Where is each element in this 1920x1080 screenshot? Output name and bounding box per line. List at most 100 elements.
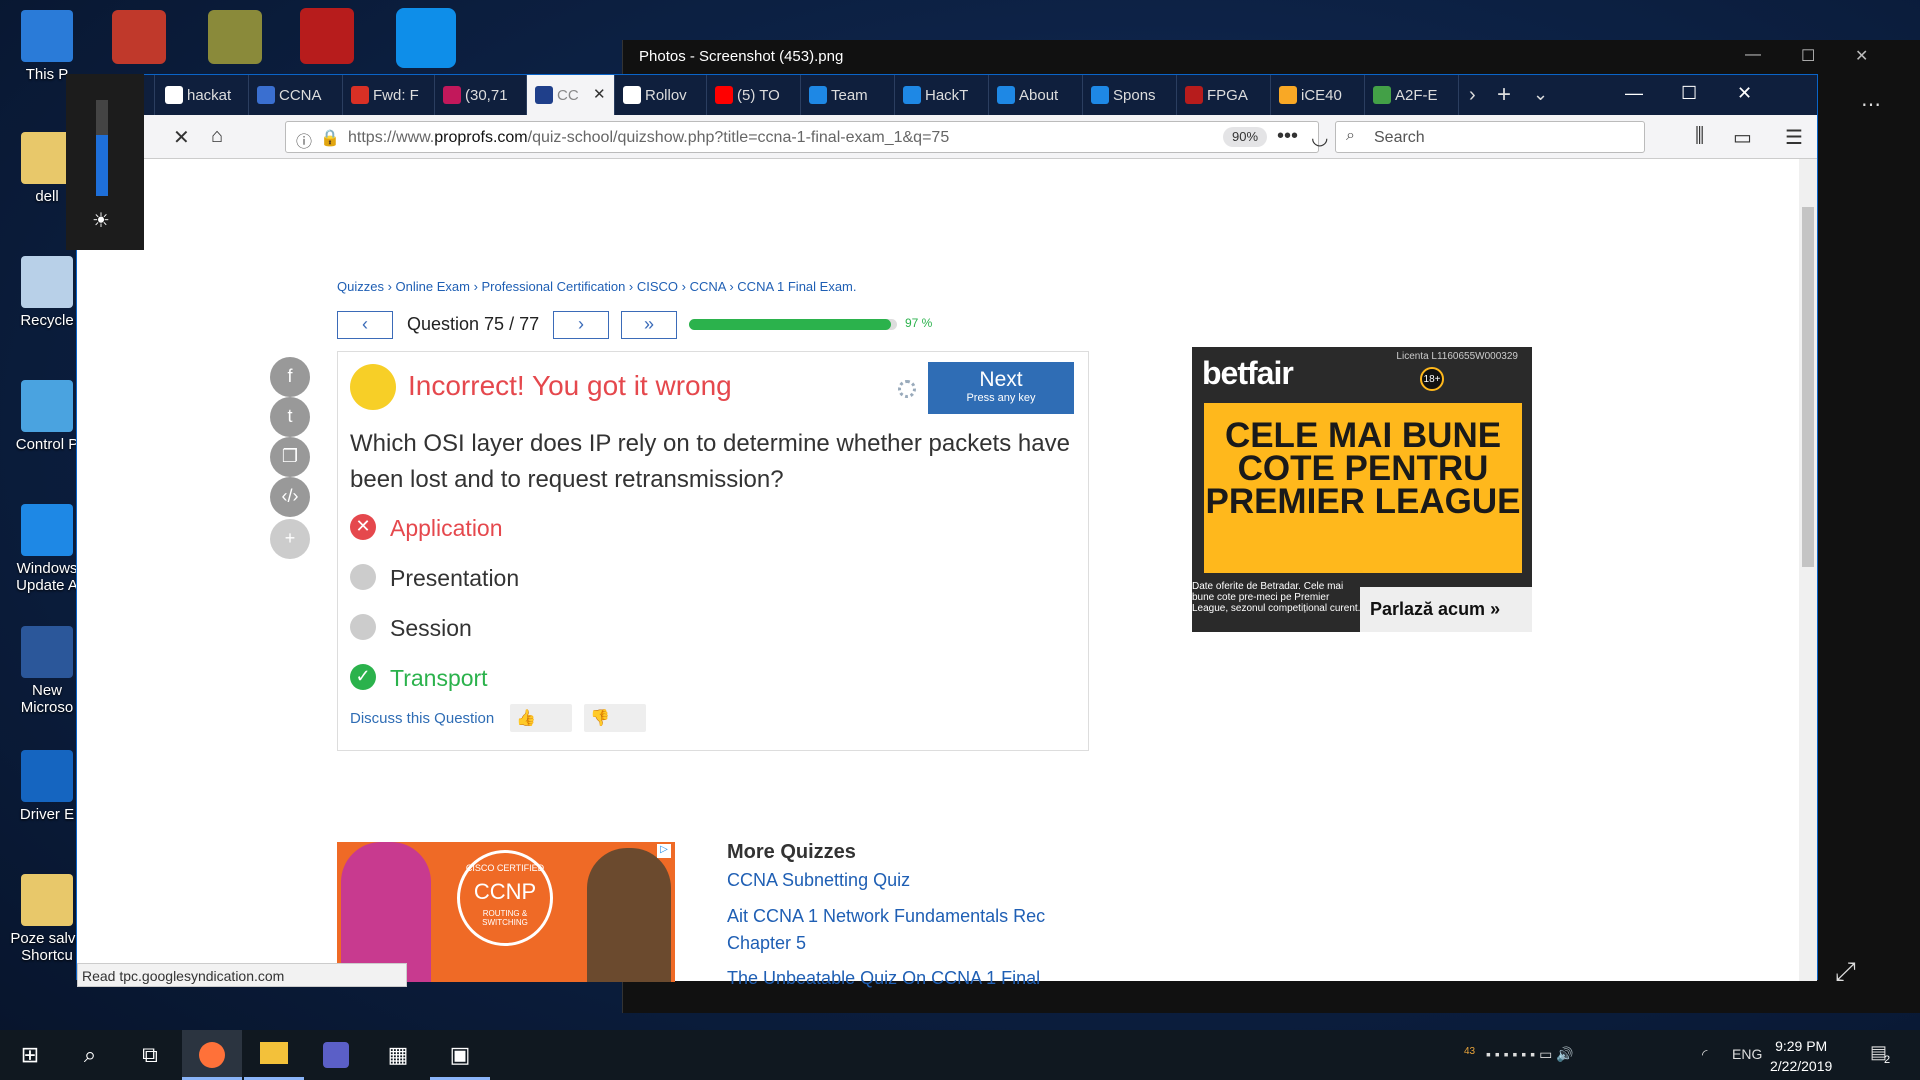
breadcrumb-item[interactable]: Quizzes	[337, 279, 384, 294]
tab-active[interactable]: CC ✕	[527, 75, 615, 115]
close-button[interactable]: ✕	[1855, 46, 1868, 66]
ad-choices-icon[interactable]: ▷	[657, 844, 671, 858]
tab-list-icon[interactable]: ⌄	[1533, 84, 1548, 105]
ccnp-badge-sub: ROUTING & SWITCHING	[482, 909, 528, 927]
tab[interactable]: Team	[801, 75, 895, 115]
tab-icon	[1373, 86, 1391, 104]
app-icon-1[interactable]	[112, 10, 166, 64]
app-icon-2[interactable]	[208, 10, 262, 64]
desktop-icon-driver[interactable]: Driver E	[8, 750, 86, 823]
question-card: Incorrect! You got it wrong Next Press an…	[337, 351, 1089, 751]
tab-label: hackat	[187, 87, 232, 104]
tab[interactable]: Spons	[1083, 75, 1177, 115]
search-input[interactable]: ⌕ Search	[1335, 121, 1645, 153]
maximize-button[interactable]: ☐	[1801, 46, 1815, 66]
desktop-icon-recycle-bin[interactable]: Recycle	[8, 256, 86, 329]
age-badge: 18+	[1420, 367, 1444, 391]
check-mark-icon: ✓	[350, 664, 376, 690]
tab[interactable]: (30,71	[435, 75, 527, 115]
fullscreen-icon[interactable]: ⤢	[1835, 956, 1856, 988]
add-icon[interactable]: +	[270, 519, 310, 559]
ff-minimize-button[interactable]: —	[1625, 83, 1643, 104]
google-icon	[165, 86, 183, 104]
sidebar-icon[interactable]: ▭	[1733, 125, 1752, 150]
zoom-badge[interactable]: 90%	[1223, 127, 1267, 147]
desktop-icon-word[interactable]: New Microso	[8, 626, 86, 716]
desktop-icon-control-panel[interactable]: Control P	[8, 380, 86, 453]
facebook-icon[interactable]: f	[270, 357, 310, 397]
tab-scroll-right-icon[interactable]: ›	[1469, 84, 1476, 107]
app-icon-3[interactable]	[300, 8, 354, 64]
wifi-icon[interactable]: ◜	[1702, 1046, 1707, 1063]
more-options-icon[interactable]: ⋯	[1861, 92, 1881, 117]
firefox-taskbar-icon[interactable]	[182, 1030, 242, 1080]
thumbs-down-button[interactable]: 👎	[584, 704, 646, 732]
breadcrumb-item[interactable]: Professional Certification	[482, 279, 626, 294]
tab[interactable]: iCE40	[1271, 75, 1365, 115]
brightness-level	[96, 134, 108, 196]
tab[interactable]: About	[989, 75, 1083, 115]
ccnp-ad[interactable]: CISCO CERTIFIED CCNP ROUTING & SWITCHING ▷	[337, 842, 675, 982]
thumbs-up-button[interactable]: 👍	[510, 704, 572, 732]
file-explorer-icon[interactable]	[244, 1030, 304, 1080]
teams-icon[interactable]	[306, 1030, 366, 1080]
betfair-ad[interactable]: betfair Licenta L1160655W000329 18+ CELE…	[1192, 347, 1532, 632]
language-indicator[interactable]: ENG	[1732, 1046, 1762, 1062]
tab[interactable]: hackat	[157, 75, 249, 115]
option-label: Presentation	[390, 565, 520, 591]
pocket-icon[interactable]: ◡	[1311, 125, 1328, 150]
stop-icon[interactable]: ✕	[173, 125, 190, 150]
last-question-button[interactable]: »	[621, 311, 677, 339]
breadcrumb-item[interactable]: Online Exam	[396, 279, 470, 294]
quiz-link[interactable]: Ait CCNA 1 Network Fundamentals Rec Chap…	[727, 903, 1067, 957]
discuss-link[interactable]: Discuss this Question	[350, 710, 494, 727]
scrollbar[interactable]	[1799, 159, 1817, 981]
clock[interactable]: 9:29 PM 2/22/2019	[1770, 1036, 1832, 1076]
minimize-button[interactable]: —	[1745, 46, 1761, 64]
quiz-link[interactable]: The Unbeatable Quiz On CCNA 1 Final	[727, 965, 1067, 992]
next-question-button[interactable]: ›	[553, 311, 609, 339]
breadcrumb-item[interactable]: CISCO	[637, 279, 678, 294]
menu-icon[interactable]: ☰	[1785, 125, 1803, 150]
home-icon[interactable]: ⌂	[211, 125, 223, 148]
photos-taskbar-icon[interactable]: ▣	[430, 1030, 490, 1080]
tab[interactable]: A2F-E	[1365, 75, 1459, 115]
result-message: Incorrect! You got it wrong	[408, 370, 732, 401]
tab[interactable]: Fwd: F	[343, 75, 435, 115]
twitter-icon[interactable]: t	[270, 397, 310, 437]
search-taskbar-icon[interactable]: ⌕	[60, 1030, 120, 1080]
url-bar[interactable]: ⓘ 🔒 https://www.proprofs.com/quiz-school…	[285, 121, 1319, 153]
ad-cta-button[interactable]: Parlază acum »	[1360, 587, 1532, 632]
scrollbar-thumb[interactable]	[1802, 207, 1814, 567]
tab[interactable]: CCNA	[249, 75, 343, 115]
desktop-icon-this-pc[interactable]: This P	[8, 10, 86, 83]
desktop-icon-windows-update[interactable]: Windows Update A	[8, 504, 86, 594]
close-tab-icon[interactable]: ✕	[593, 85, 606, 103]
copy-icon[interactable]: ❐	[270, 437, 310, 477]
tab[interactable]: HackT	[895, 75, 989, 115]
desktop-icon-folder[interactable]: Poze salva Shortcu	[8, 874, 86, 964]
start-icon[interactable]: ⊞	[0, 1030, 60, 1080]
teamviewer-icon[interactable]	[396, 8, 456, 68]
breadcrumb-item[interactable]: CCNA 1 Final Exam.	[737, 279, 856, 294]
embed-icon[interactable]: ‹/›	[270, 477, 310, 517]
calculator-icon[interactable]: ▦	[368, 1030, 428, 1080]
new-tab-icon[interactable]: +	[1497, 81, 1511, 109]
library-icon[interactable]: ⫼	[1695, 125, 1704, 148]
tab[interactable]: FPGA	[1177, 75, 1271, 115]
option-label: Application	[390, 515, 503, 541]
prev-question-button[interactable]: ‹	[337, 311, 393, 339]
next-button[interactable]: Next Press any key	[928, 362, 1074, 414]
breadcrumb-item[interactable]: CCNA	[690, 279, 726, 294]
brightness-slider[interactable]	[96, 100, 108, 196]
info-icon[interactable]: ⓘ	[296, 128, 312, 152]
tray-icons[interactable]: ▪ ▪ ▪ ▪ ▪ ▪ ▭ 🔊	[1486, 1046, 1574, 1063]
tab[interactable]: Rollov	[615, 75, 707, 115]
ff-close-button[interactable]: ✕	[1737, 83, 1752, 104]
ff-maximize-button[interactable]: ☐	[1681, 83, 1697, 104]
task-view-icon[interactable]: ⧉	[120, 1030, 180, 1080]
page-actions-icon[interactable]: •••	[1277, 125, 1298, 148]
ad-woman-illustration	[341, 842, 431, 982]
tab[interactable]: (5) TO	[707, 75, 801, 115]
quiz-link[interactable]: CCNA Subnetting Quiz	[727, 867, 1067, 894]
